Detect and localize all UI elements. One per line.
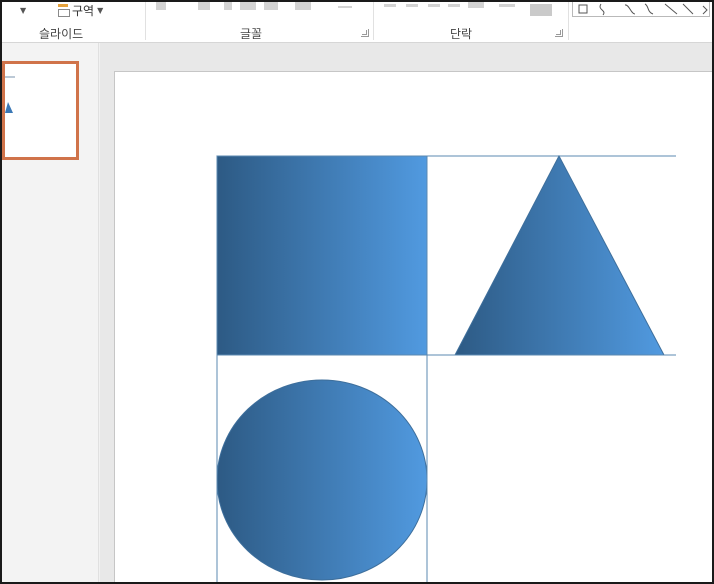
group-separator [568,2,569,40]
group-separator [145,2,146,40]
slide-thumbnail-pane [2,43,99,582]
group-label-slides: 슬라이드 [39,27,84,41]
font-tool[interactable] [156,2,166,10]
shape-gallery-icons [578,3,708,16]
font-tool[interactable] [240,2,256,10]
shape-gallery[interactable] [572,2,710,17]
columns-tool[interactable] [499,4,515,7]
font-color-tool[interactable] [338,6,352,8]
char-spacing-tool[interactable] [264,2,278,10]
gradient-triangle[interactable] [454,154,665,356]
align-tool[interactable] [428,4,440,7]
align-tool[interactable] [384,4,396,7]
slide-thumbnail-1[interactable] [2,61,79,160]
slide-canvas[interactable] [114,71,712,582]
align-tool[interactable] [468,2,484,8]
font-tool[interactable] [295,2,311,10]
group-label-paragraph: 단락 [450,27,473,41]
dialog-launcher-icon[interactable] [361,29,369,37]
gradient-circle[interactable] [216,379,428,581]
gradient-rectangle[interactable] [216,155,428,356]
align-tool[interactable] [448,4,460,7]
thumbnail-preview [5,76,15,113]
smartart-tool[interactable] [530,4,552,16]
section-icon [56,4,70,17]
slide-editor [100,43,712,582]
section-button-label: 구역 [72,3,95,18]
powerpoint-window: ▼ 구역 ▼ 슬라이드 글꼴 단락 [0,0,714,584]
font-tool[interactable] [198,2,210,10]
group-separator [373,2,374,40]
align-tool[interactable] [406,4,418,7]
chevron-down-icon: ▼ [97,5,104,15]
slide-shapes [216,154,676,582]
font-tool[interactable] [224,2,232,10]
section-button[interactable]: 구역 ▼ [56,2,103,18]
ribbon: ▼ 구역 ▼ 슬라이드 글꼴 단락 [2,2,712,43]
chevron-down-icon[interactable]: ▼ [20,6,26,15]
dialog-launcher-icon[interactable] [555,29,563,37]
group-label-font: 글꼴 [240,27,263,41]
